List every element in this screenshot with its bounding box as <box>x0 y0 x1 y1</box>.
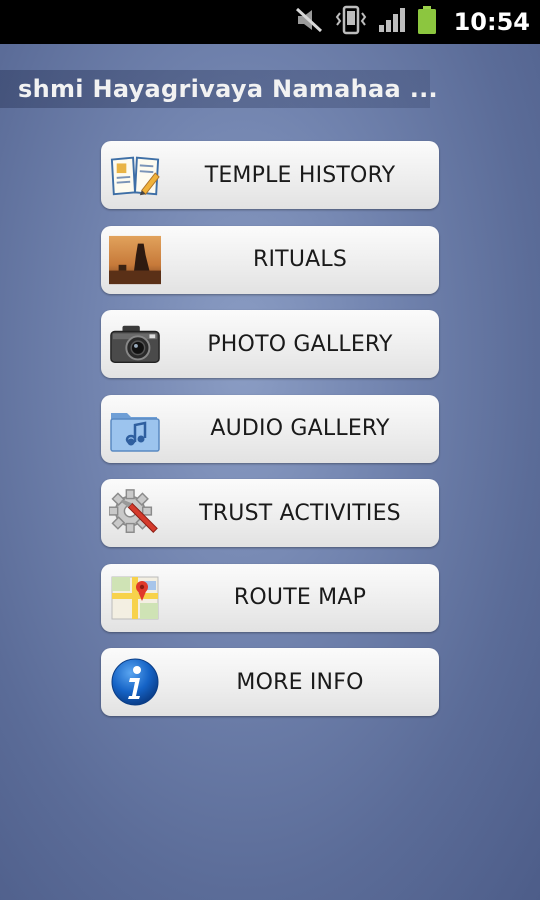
rituals-photo-icon <box>109 235 161 285</box>
app-title: shmi Hayagrivaya Namahaa ... <box>18 75 438 103</box>
photo-gallery-button[interactable]: PHOTO GALLERY <box>101 310 439 378</box>
audio-gallery-button[interactable]: AUDIO GALLERY <box>101 394 439 463</box>
photo-gallery-label: PHOTO GALLERY <box>207 331 393 357</box>
signal-icon <box>378 7 406 37</box>
route-map-button[interactable]: ROUTE MAP <box>101 563 439 632</box>
route-map-label: ROUTE MAP <box>233 585 367 610</box>
audio-gallery-label: AUDIO GALLERY <box>210 416 390 441</box>
more-info-label: MORE INFO <box>236 669 364 695</box>
tools-gear-icon <box>109 488 161 538</box>
rituals-label: RITUALS <box>253 247 347 272</box>
trust-activities-button[interactable]: TRUST ACTIVITIES <box>101 479 439 547</box>
status-icons: 10:54 <box>294 0 530 44</box>
info-icon <box>109 657 161 707</box>
rituals-button[interactable]: RITUALS <box>101 225 439 294</box>
battery-icon <box>416 5 438 39</box>
vibrate-icon <box>334 5 368 39</box>
status-time: 10:54 <box>453 8 530 36</box>
map-icon <box>109 573 161 623</box>
main-menu: TEMPLE HISTORY RITUALS PHOTO GALLERY AUD… <box>101 141 439 733</box>
music-folder-icon <box>109 404 161 454</box>
book-icon <box>109 150 161 200</box>
more-info-button[interactable]: MORE INFO <box>101 648 439 716</box>
temple-history-button[interactable]: TEMPLE HISTORY <box>101 141 439 209</box>
mute-icon <box>294 6 324 38</box>
title-bar: shmi Hayagrivaya Namahaa ... <box>0 70 540 108</box>
trust-activities-label: TRUST ACTIVITIES <box>199 500 401 526</box>
camera-icon <box>109 319 161 369</box>
status-bar: 10:54 <box>0 0 540 44</box>
temple-history-label: TEMPLE HISTORY <box>204 162 396 188</box>
